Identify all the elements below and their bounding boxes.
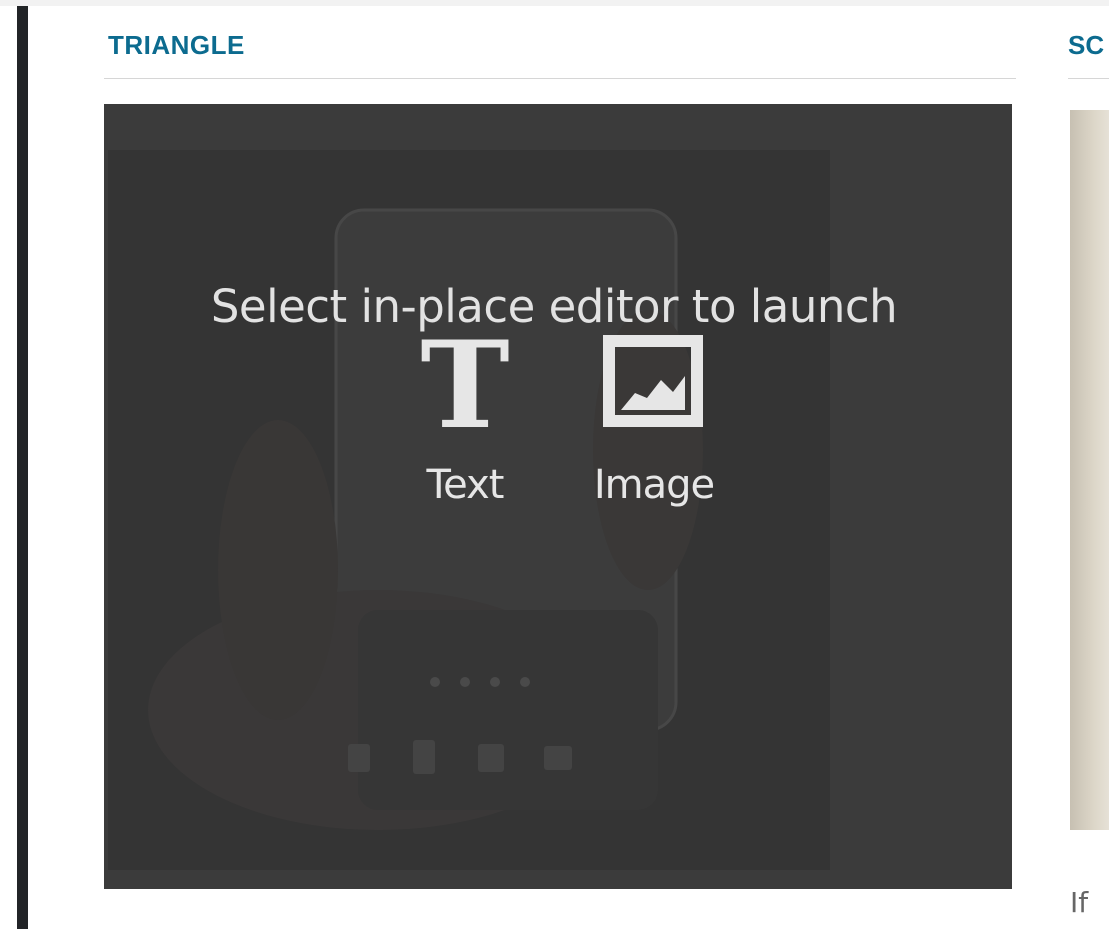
top-strip — [0, 0, 1109, 6]
next-card-image — [1070, 110, 1109, 830]
image-option-label: Image — [593, 462, 715, 508]
text-icon: T — [420, 315, 510, 456]
section-title: TRIANGLE — [108, 30, 245, 60]
left-border-bar — [17, 6, 28, 929]
image-editor-option[interactable]: Image — [579, 332, 729, 522]
next-card-divider — [1068, 78, 1109, 79]
component-overlay-panel[interactable]: Select in-place editor to launch T Text … — [104, 104, 1012, 889]
image-icon — [579, 332, 729, 442]
text-editor-option[interactable]: T Text — [390, 315, 540, 522]
next-card-title: SC — [1068, 30, 1105, 60]
text-option-label: Text — [426, 462, 505, 508]
section-divider — [104, 78, 1016, 79]
overlay-heading: Select in-place editor to launch — [210, 280, 898, 333]
next-card-snippet: If — [1070, 886, 1089, 919]
